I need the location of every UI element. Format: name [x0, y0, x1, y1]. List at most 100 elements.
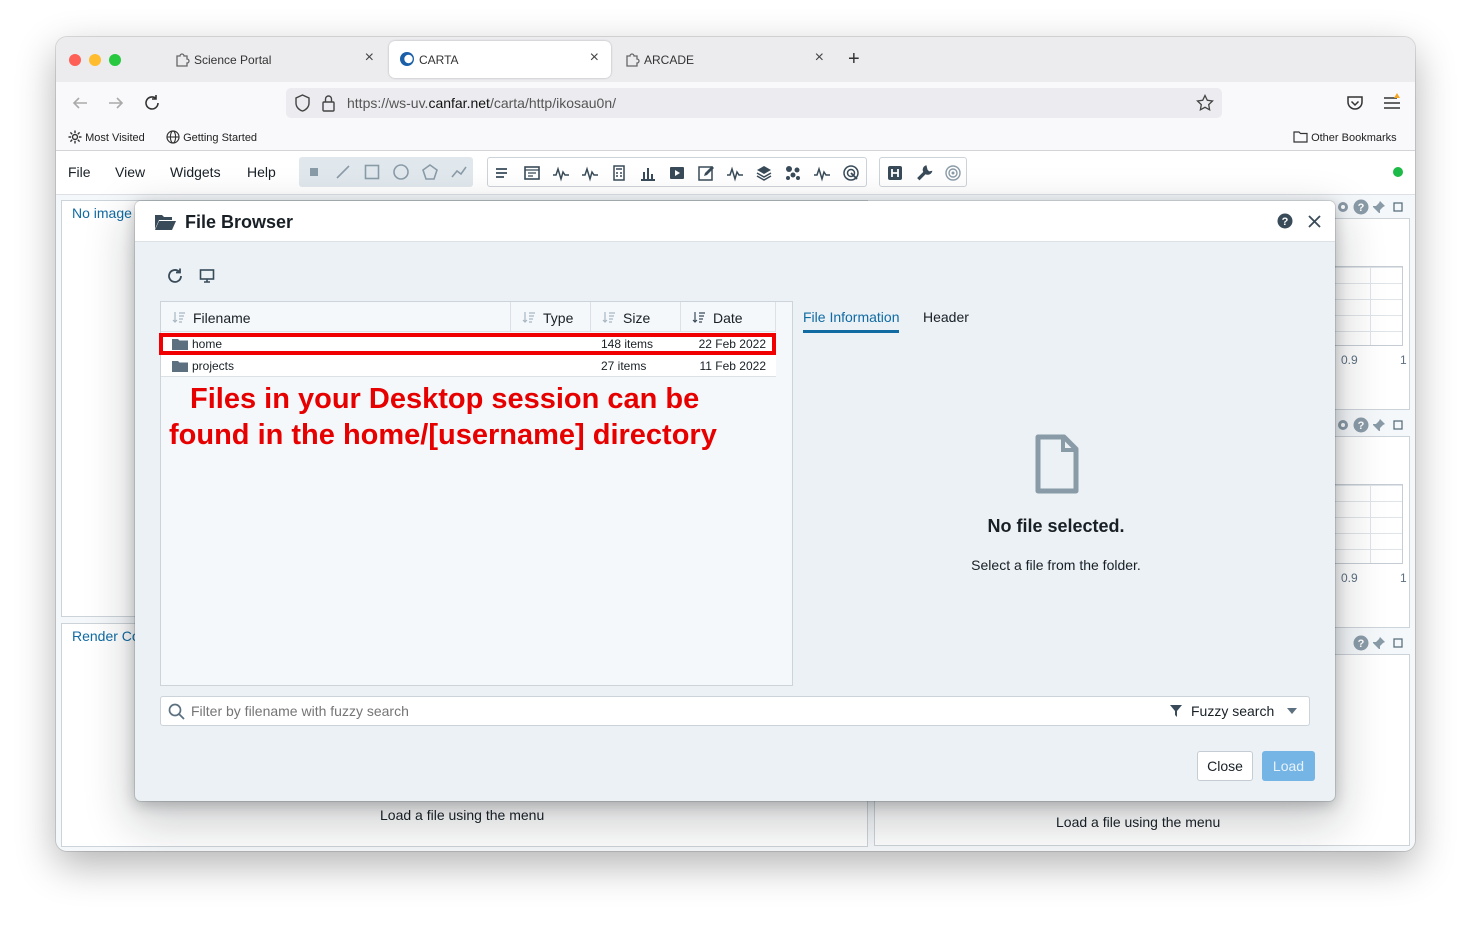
polygon-tool-button[interactable]: [415, 157, 444, 187]
new-tab-button[interactable]: +: [848, 48, 860, 71]
svg-text:?: ?: [1282, 216, 1289, 228]
region-list-button[interactable]: [488, 158, 517, 188]
calculator-icon: [612, 165, 625, 181]
log-button[interactable]: [517, 158, 546, 188]
radar-icon: [842, 165, 859, 181]
url-bar[interactable]: https://ws-uv.canfar.net/carta/http/ikos…: [286, 88, 1222, 118]
filter-mode-label: Fuzzy search: [1191, 703, 1275, 719]
bookmark-getting-started[interactable]: Getting Started: [166, 130, 257, 144]
minimize-window-button[interactable]: [89, 54, 101, 66]
column-label: Date: [713, 310, 743, 326]
column-header-type[interactable]: Type: [511, 302, 591, 332]
tab-close-icon[interactable]: ×: [590, 49, 599, 67]
url-text[interactable]: https://ws-uv.canfar.net/carta/http/ikos…: [347, 95, 616, 111]
tab-carta[interactable]: CARTA ×: [389, 41, 611, 78]
tick-label: 1: [1400, 353, 1407, 367]
maximize-window-button[interactable]: [109, 54, 121, 66]
maximize-icon[interactable]: [1393, 638, 1403, 648]
gear-icon[interactable]: [1335, 417, 1351, 433]
filter-input[interactable]: [189, 700, 1149, 722]
panel-title: No image: [72, 205, 132, 221]
tab-header[interactable]: Header: [923, 309, 969, 325]
polyline-tool-button[interactable]: [444, 157, 473, 187]
load-button[interactable]: Load: [1262, 751, 1315, 781]
lock-icon[interactable]: [321, 94, 336, 112]
pin-icon[interactable]: [1372, 636, 1386, 650]
pin-icon[interactable]: [1372, 418, 1386, 432]
cursor-info-button[interactable]: [836, 158, 865, 188]
help-icon[interactable]: ?: [1353, 635, 1369, 651]
pin-icon[interactable]: [1372, 200, 1386, 214]
bookmark-most-visited[interactable]: Most Visited: [68, 130, 145, 144]
menu-view[interactable]: View: [115, 164, 145, 180]
rectangle-icon: [364, 164, 379, 180]
no-file-hint: Select a file from the folder.: [971, 557, 1141, 573]
reload-icon[interactable]: [143, 94, 161, 112]
spectral-profiler-button[interactable]: [575, 158, 604, 188]
rectangle-tool-button[interactable]: [357, 157, 386, 187]
panel-controls: ?: [1335, 417, 1405, 435]
app-menu-icon[interactable]: [1382, 92, 1402, 112]
close-icon[interactable]: [1308, 215, 1321, 228]
column-header-size[interactable]: Size: [591, 302, 681, 332]
spatial-profiler-button[interactable]: [546, 158, 575, 188]
back-arrow-icon[interactable]: [71, 94, 89, 112]
menu-widgets[interactable]: Widgets: [170, 164, 221, 180]
close-window-button[interactable]: [69, 54, 81, 66]
line-tool-button[interactable]: [328, 157, 357, 187]
profile-xy-icon: [552, 166, 569, 182]
forward-arrow-icon[interactable]: [107, 94, 125, 112]
column-header-filename[interactable]: Filename: [161, 302, 511, 332]
bar-chart-icon: [640, 168, 655, 181]
help-icon[interactable]: ?: [1353, 199, 1369, 215]
maximize-icon[interactable]: [1393, 420, 1403, 430]
target-button[interactable]: [938, 158, 967, 188]
help-icon[interactable]: ?: [1353, 417, 1369, 433]
carta-logo-icon: [400, 52, 414, 66]
catalog-button[interactable]: [778, 158, 807, 188]
other-bookmarks[interactable]: Other Bookmarks: [1293, 130, 1397, 144]
render-config-button[interactable]: [691, 158, 720, 188]
tab-file-information[interactable]: File Information: [803, 309, 900, 333]
tab-close-icon[interactable]: ×: [815, 49, 824, 67]
help-icon[interactable]: ?: [1277, 213, 1293, 229]
point-tool-button[interactable]: [299, 157, 328, 187]
histogram-button[interactable]: [633, 158, 662, 188]
annotation-highlight-box: [159, 333, 776, 355]
shield-icon[interactable]: [294, 94, 311, 112]
column-label: Size: [623, 310, 651, 326]
menu-help[interactable]: Help: [247, 164, 276, 180]
desktop-icon[interactable]: [199, 268, 215, 284]
pocket-icon[interactable]: [1346, 94, 1364, 112]
document-icon: [1035, 434, 1079, 494]
animator-button[interactable]: [662, 158, 691, 188]
menu-file[interactable]: File: [68, 164, 91, 180]
file-list: Filename Type Size Date home 148 items 2…: [160, 301, 793, 686]
hips-button[interactable]: [880, 158, 909, 188]
scatter-icon: [785, 166, 800, 180]
settings-wrench-button[interactable]: [909, 158, 938, 188]
tab-close-icon[interactable]: ×: [365, 49, 374, 67]
table-row[interactable]: projects 27 items 11 Feb 2022: [161, 355, 776, 377]
column-header-date[interactable]: Date: [681, 302, 776, 332]
star-bookmark-icon[interactable]: [1196, 94, 1214, 112]
maximize-icon[interactable]: [1393, 202, 1403, 212]
puzzle-icon: [626, 53, 640, 67]
file-browser-dialog: File Browser ? Filename Type Size Date h…: [135, 201, 1335, 801]
spectral-line-query-button[interactable]: [807, 158, 836, 188]
stokes-analysis-button[interactable]: [720, 158, 749, 188]
gear-icon[interactable]: [1335, 199, 1351, 215]
gear-icon: [68, 130, 82, 144]
tab-arcade[interactable]: ARCADE ×: [614, 41, 836, 78]
close-button[interactable]: Close: [1197, 751, 1253, 781]
search-icon: [168, 703, 185, 720]
ellipse-tool-button[interactable]: [386, 157, 415, 187]
refresh-icon[interactable]: [166, 267, 184, 285]
tab-science-portal[interactable]: Science Portal ×: [164, 41, 386, 78]
filter-mode-select[interactable]: Fuzzy search: [1169, 703, 1299, 721]
image-list-button[interactable]: [749, 158, 778, 188]
url-path: /carta/http/ikosau0n/: [489, 95, 617, 111]
polygon-icon: [421, 164, 438, 180]
statistics-button[interactable]: [604, 158, 633, 188]
no-file-title: No file selected.: [987, 516, 1125, 536]
